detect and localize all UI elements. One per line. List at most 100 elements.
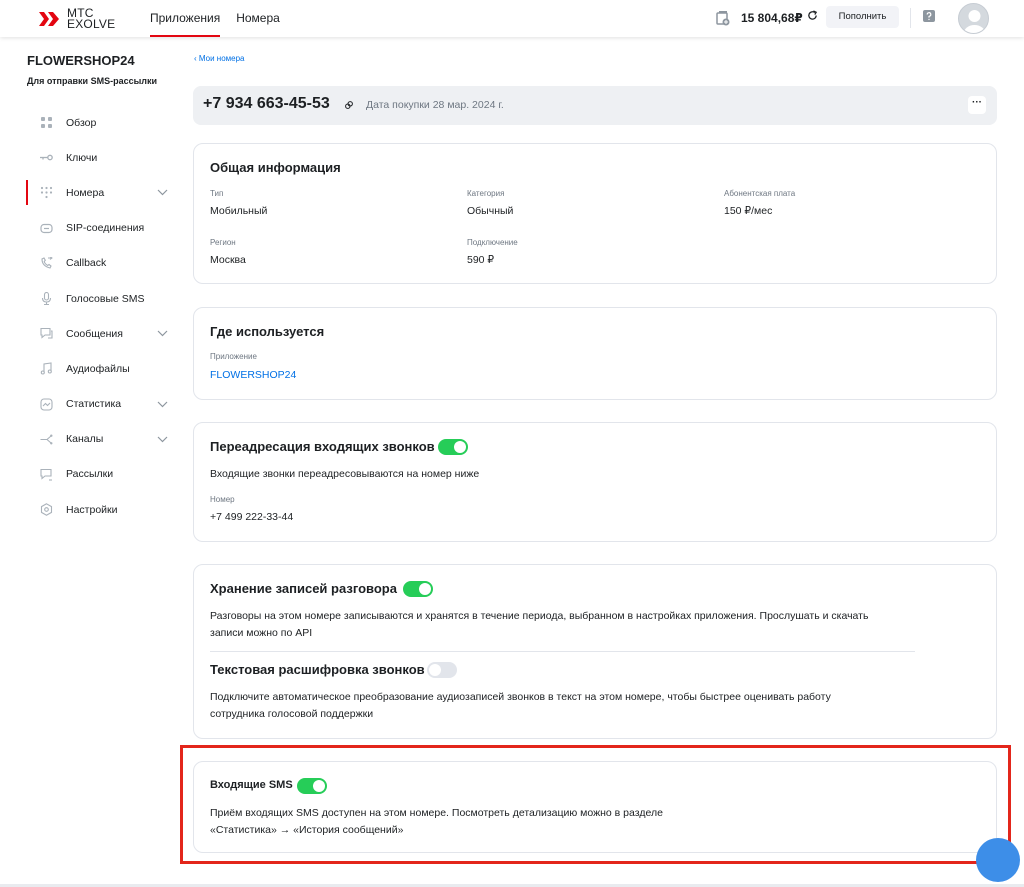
card-title: Общая информация [210, 160, 341, 175]
sidebar-menu: Обзор Ключи Номера SIP-соединения Callba… [0, 105, 180, 527]
sidebar-item-overview[interactable]: Обзор [0, 105, 180, 140]
category-label: Категория [467, 189, 505, 198]
card-title: Где используется [210, 324, 325, 339]
sidebar-item-label: Каналы [66, 433, 104, 446]
sidebar-item-label: Настройки [66, 503, 118, 516]
category-value: Обычный [467, 205, 514, 217]
usage-card: Где используется Приложение FLOWERSHOP24 [193, 307, 997, 400]
sidebar-item-callback[interactable]: Callback [0, 246, 180, 281]
settings-icon [40, 503, 53, 516]
sidebar-item-label: Сообщения [66, 327, 123, 340]
sidebar-item-label: Ключи [66, 151, 98, 164]
sidebar-item-settings[interactable]: Настройки [0, 492, 180, 527]
region-value: Москва [210, 254, 246, 266]
sidebar-item-label: Обзор [66, 116, 97, 129]
channels-icon [40, 434, 53, 445]
logo-text: МТС EXOLVE [67, 7, 116, 31]
app-title: FLOWERSHOP24 [27, 53, 135, 68]
sidebar-item-label: Callback [66, 257, 107, 270]
highlight-frame [180, 745, 1011, 864]
sidebar-item-label: Номера [66, 186, 105, 199]
type-label: Тип [210, 189, 224, 198]
more-options-button[interactable]: ··· [968, 96, 986, 114]
top-nav: Приложения Номера [150, 0, 296, 37]
toggle-knob [429, 664, 441, 676]
sidebar-item-label: Аудиофайлы [66, 362, 130, 375]
forward-number-label: Номер [210, 495, 235, 504]
sip-icon [40, 223, 53, 233]
topup-button[interactable]: Пополнить [826, 6, 899, 28]
nav-applications[interactable]: Приложения [150, 0, 221, 37]
transcription-description-line1: Подключите автоматическое преобразование… [210, 691, 831, 703]
sidebar-item-label: Статистика [66, 398, 122, 411]
forward-number-value: +7 499 222-33-44 [210, 511, 294, 523]
header-divider [910, 8, 911, 28]
overview-icon [41, 117, 52, 129]
connection-label: Подключение [467, 238, 518, 247]
microphone-icon [41, 292, 52, 306]
chevron-down-icon[interactable] [157, 189, 168, 196]
sidebar-item-label: Рассылки [66, 468, 114, 481]
refresh-icon[interactable] [807, 10, 818, 21]
forwarding-card: Переадресация входящих звонков Входящие … [193, 422, 997, 542]
transcription-title: Текстовая расшифровка звонков [210, 662, 425, 677]
chat-support-button[interactable] [976, 838, 1020, 882]
logo[interactable]: МТС EXOLVE [38, 7, 116, 31]
chevron-down-icon[interactable] [157, 401, 168, 408]
help-icon[interactable] [923, 10, 935, 22]
general-info-card: Общая информация Тип Мобильный Категория… [193, 143, 997, 284]
recording-description-line1: Разговоры на этом номере записываются и … [210, 610, 869, 622]
callback-icon [41, 256, 53, 269]
forwarding-toggle[interactable] [438, 439, 468, 455]
type-value: Мобильный [210, 205, 268, 217]
stats-icon [40, 398, 53, 411]
sidebar: FLOWERSHOP24 Для отправки SMS-рассылки О… [0, 37, 180, 887]
logo-line2: EXOLVE [67, 17, 116, 31]
region-label: Регион [210, 238, 236, 247]
toggle-knob [454, 441, 466, 453]
breadcrumb[interactable]: ‹ Мои номера [194, 54, 245, 63]
top-header: МТС EXOLVE Приложения Номера 15 804,68₽ … [0, 0, 1024, 37]
fee-value: 150 ₽/мес [724, 205, 773, 217]
toggle-knob [419, 583, 431, 595]
number-header: +7 934 663-45-53 Дата покупки 28 мар. 20… [193, 86, 997, 125]
copy-icon[interactable] [345, 101, 353, 109]
avatar[interactable] [958, 3, 989, 34]
chat-icon [40, 328, 53, 339]
sidebar-item-sip[interactable]: SIP-соединения [0, 211, 180, 246]
mailing-icon [40, 468, 52, 481]
mts-logo-icon [39, 12, 59, 26]
sidebar-item-statistics[interactable]: Статистика [0, 387, 180, 422]
sidebar-item-keys[interactable]: Ключи [0, 140, 180, 175]
purchase-date: Дата покупки 28 мар. 2024 г. [366, 99, 504, 111]
chevron-down-icon[interactable] [157, 330, 168, 337]
key-icon [40, 154, 53, 161]
fee-label: Абонентская плата [724, 189, 796, 198]
breadcrumb-link[interactable]: Мои номера [199, 54, 245, 63]
user-avatar-icon [963, 10, 986, 33]
chevron-down-icon[interactable] [157, 436, 168, 443]
sidebar-item-voice-sms[interactable]: Голосовые SMS [0, 281, 180, 316]
wallet-icon [716, 11, 730, 26]
app-label: Приложение [210, 352, 257, 361]
card-title: Хранение записей разговора [210, 581, 397, 596]
transcription-description-line2: сотрудника голосовой поддержки [210, 708, 374, 720]
sidebar-item-label: Голосовые SMS [66, 292, 145, 305]
transcription-toggle[interactable] [427, 662, 457, 678]
recording-toggle[interactable] [403, 581, 433, 597]
recording-description-line2: записи можно по API [210, 627, 313, 639]
sidebar-item-messages[interactable]: Сообщения [0, 316, 180, 351]
sidebar-item-label: SIP-соединения [66, 222, 145, 235]
connection-value: 590 ₽ [467, 254, 495, 266]
sidebar-item-channels[interactable]: Каналы [0, 422, 180, 457]
dialpad-icon [40, 187, 53, 199]
sidebar-item-audio[interactable]: Аудиофайлы [0, 351, 180, 386]
app-link[interactable]: FLOWERSHOP24 [210, 369, 296, 381]
sidebar-item-numbers[interactable]: Номера [0, 175, 180, 210]
balance-amount: 15 804,68₽ [741, 11, 803, 25]
phone-number: +7 934 663-45-53 [203, 95, 330, 112]
nav-numbers[interactable]: Номера [236, 0, 280, 37]
card-title: Переадресация входящих звонков [210, 439, 435, 454]
sidebar-item-mailings[interactable]: Рассылки [0, 457, 180, 492]
section-divider [210, 651, 915, 652]
